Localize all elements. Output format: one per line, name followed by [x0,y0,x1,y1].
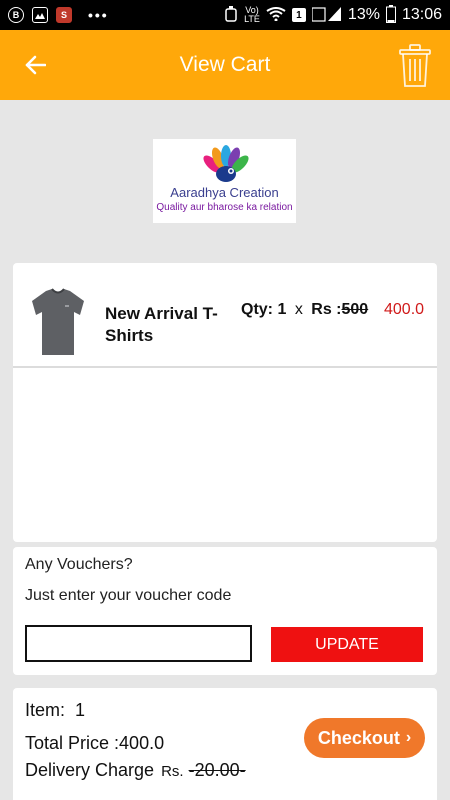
app-bar: View Cart [0,30,450,100]
qty-value: 1 [277,301,287,318]
delivery-charge-amount: 20.00 [194,760,240,780]
b-app-icon: B [8,7,24,23]
back-button[interactable] [20,50,50,80]
original-price: 500 [341,301,369,318]
voucher-code-input[interactable] [25,625,252,662]
order-summary: Item: 1 Total Price :400.0 Delivery Charg… [13,688,437,800]
total-price-row: Total Price :400.0 [25,733,164,754]
system-icons: Vo) LTE 1 13% 13:06 [224,4,442,26]
item-count-label: Item: [25,700,66,720]
item-divider [13,366,437,368]
brand-name: Aaradhya Creation [170,185,279,200]
tshirt-product-image [32,288,84,355]
item-count-row: Item: 1 [25,700,85,721]
delivery-charge-label: Delivery Charge [25,760,155,780]
delivery-rs-label: Rs. [161,763,184,780]
clock: 13:06 [401,6,442,23]
update-button[interactable]: UPDATE [271,627,423,662]
delivery-charge-value: -20.00- [188,760,246,780]
cart-item[interactable]: New Arrival T-Shirts Qty: 1 x Rs :500 40… [13,263,437,366]
image-icon [32,7,48,23]
page-title: View Cart [179,53,271,76]
total-price-label: Total Price : [25,733,120,753]
arrow-left-icon [25,55,46,75]
total-price-value: 400.0 [119,733,165,753]
qty-label: Qty: [241,301,273,318]
discounted-price: 400.0 [384,301,425,318]
delivery-charge-row: Delivery Charge Rs. -20.00- [25,760,246,781]
app-s-icon: S [56,7,72,23]
battery-percent: 13% [347,6,380,23]
status-bar: B S ••• Vo) LTE 1 13% 13:06 [0,0,450,30]
sim-indicator: 1 [291,8,306,22]
item-count-value: 1 [75,700,86,720]
multiply-sign: x [294,301,303,318]
voucher-hint: Just enter your voucher code [25,587,232,604]
signal-icon [311,6,342,25]
volte-indicator: Vo) LTE [244,6,260,24]
more-notifications-icon: ••• [88,7,109,23]
lte-label: LTE [244,14,260,24]
brand-tagline: Quality aur bharose ka relation [156,202,293,213]
peacock-logo-icon [202,145,249,182]
voucher-section: Any Vouchers? Just enter your voucher co… [13,547,437,675]
notification-icons: B S ••• [8,7,109,23]
trash-icon [399,44,431,87]
voucher-question: Any Vouchers? [25,556,133,573]
checkout-label: Checkout [317,727,400,748]
quantity-and-price: Qty: 1 x Rs :500 [241,301,368,319]
cart-list: New Arrival T-Shirts Qty: 1 x Rs :500 40… [13,263,437,542]
delete-cart-button[interactable] [398,44,432,88]
brand-logo: Aaradhya Creation Quality aur bharose ka… [153,139,296,223]
alarm-icon [224,5,238,25]
chevron-right-icon: › [405,729,412,746]
checkout-button[interactable]: Checkout › [304,718,425,758]
rs-label: Rs : [311,301,342,318]
wifi-icon [266,6,286,24]
battery-icon [385,4,396,26]
product-name: New Arrival T-Shirts [105,304,218,345]
